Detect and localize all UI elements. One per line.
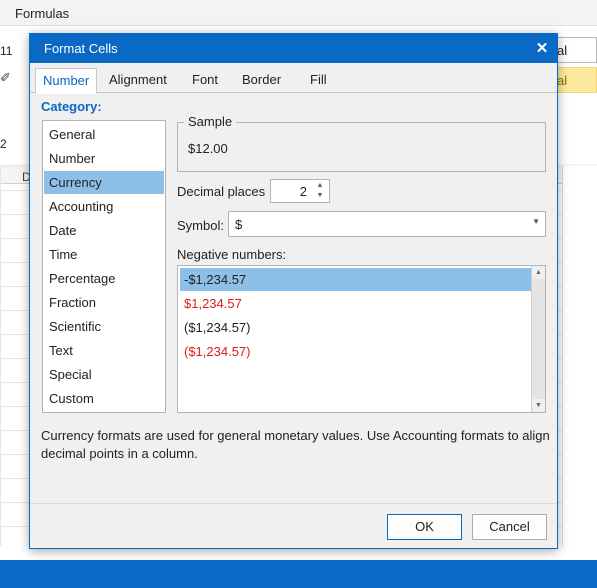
- category-item-text[interactable]: Text: [44, 339, 164, 362]
- cell-style-normal-label: al: [557, 43, 568, 58]
- category-item-currency[interactable]: Currency: [44, 171, 164, 194]
- category-list[interactable]: General Number Currency Accounting Date …: [42, 120, 166, 413]
- negative-option-parens[interactable]: ($1,234.57): [180, 316, 532, 339]
- negative-option-minus[interactable]: -$1,234.57: [180, 268, 532, 291]
- menu-formulas[interactable]: Formulas: [15, 6, 69, 21]
- category-item-percentage[interactable]: Percentage: [44, 267, 164, 290]
- negative-option-parens-red[interactable]: ($1,234.57): [180, 340, 532, 363]
- decimal-places-value[interactable]: 2: [300, 184, 307, 199]
- cell-style-neutral-label: al: [557, 73, 568, 88]
- negative-list-scrollbar[interactable]: ▲ ▼: [531, 266, 545, 412]
- category-item-number[interactable]: Number: [44, 147, 164, 170]
- spin-up-icon[interactable]: ▲: [313, 181, 327, 191]
- tab-alignment[interactable]: Alignment: [109, 72, 167, 87]
- category-item-accounting[interactable]: Accounting: [44, 195, 164, 218]
- spin-down-icon[interactable]: ▼: [313, 191, 327, 201]
- category-item-custom[interactable]: Custom: [44, 387, 164, 410]
- decimal-places-label: Decimal places: [177, 184, 266, 199]
- category-item-special[interactable]: Special: [44, 363, 164, 386]
- dialog-title: Format Cells: [44, 41, 118, 56]
- dialog-tabs: Number Alignment Font Border Fill: [30, 65, 557, 94]
- category-item-time[interactable]: Time: [44, 243, 164, 266]
- category-item-general[interactable]: General: [44, 123, 164, 146]
- category-heading: Category:: [41, 99, 102, 114]
- category-item-scientific[interactable]: Scientific: [44, 315, 164, 338]
- sample-legend: Sample: [184, 114, 237, 129]
- negative-numbers-label: Negative numbers:: [177, 247, 287, 262]
- sample-value: $12.00: [188, 141, 228, 156]
- ok-button[interactable]: OK: [387, 514, 462, 540]
- chevron-down-icon[interactable]: ▼: [532, 217, 540, 226]
- footer-divider: [30, 503, 557, 504]
- symbol-dropdown[interactable]: $ ▼: [228, 211, 546, 237]
- symbol-label: Symbol:: [177, 218, 224, 233]
- tab-number[interactable]: Number: [35, 68, 98, 94]
- negative-option-red[interactable]: $1,234.57: [180, 292, 532, 315]
- format-cells-dialog: Format Cells ✕ Number Alignment Font Bor…: [29, 33, 558, 549]
- format-description: Currency formats are used for general mo…: [41, 428, 550, 461]
- sample-group: Sample $12.00: [177, 114, 546, 172]
- status-bar: [0, 560, 597, 588]
- menu-bar: Formulas: [0, 0, 597, 26]
- scroll-down-icon[interactable]: ▼: [532, 399, 545, 412]
- cancel-button[interactable]: Cancel: [472, 514, 547, 540]
- name-box[interactable]: 2: [0, 137, 7, 151]
- dialog-titlebar[interactable]: Format Cells ✕: [30, 34, 557, 63]
- symbol-value: $: [235, 217, 243, 232]
- tab-font[interactable]: Font: [192, 72, 218, 87]
- category-item-fraction[interactable]: Fraction: [44, 291, 164, 314]
- format-painter-icon[interactable]: ✐: [0, 70, 11, 86]
- decimal-places-stepper[interactable]: 2 ▲ ▼: [270, 179, 330, 203]
- tab-border[interactable]: Border: [242, 72, 281, 87]
- category-item-date[interactable]: Date: [44, 219, 164, 242]
- tab-fill[interactable]: Fill: [310, 72, 327, 87]
- font-size-box[interactable]: 11: [0, 44, 12, 58]
- scroll-up-icon[interactable]: ▲: [532, 266, 545, 279]
- negative-numbers-list[interactable]: -$1,234.57 $1,234.57 ($1,234.57) ($1,234…: [177, 265, 546, 413]
- close-icon[interactable]: ✕: [527, 34, 557, 63]
- sheet-right-column: [562, 166, 597, 546]
